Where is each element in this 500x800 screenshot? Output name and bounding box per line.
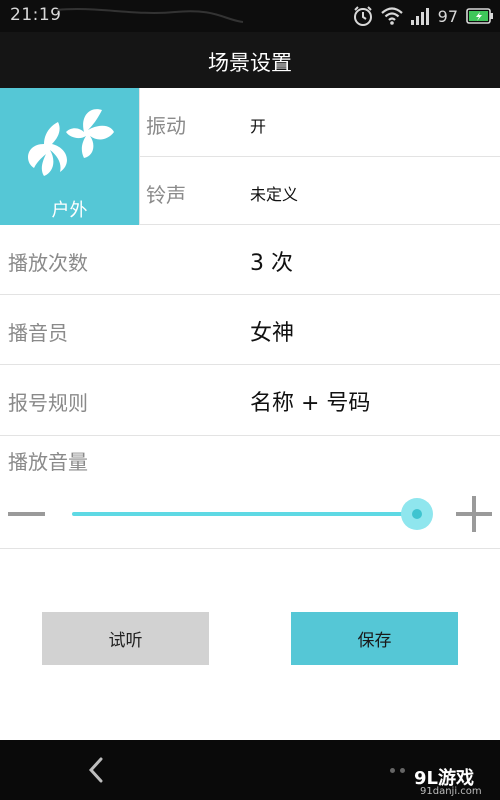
status-time: 21:19 <box>10 5 62 25</box>
watermark-sub: 91danji.com <box>420 786 482 797</box>
volume-slider-track[interactable] <box>72 512 417 516</box>
vibration-label: 振动 <box>146 114 186 138</box>
status-icons: 97 <box>352 4 494 28</box>
watermark-logo: 9L游戏 91danji.com <box>410 764 494 800</box>
announcer-label: 播音员 <box>8 321 68 345</box>
volume-row: 播放音量 <box>0 436 500 549</box>
play-count-label: 播放次数 <box>8 251 88 275</box>
volume-decrease-button[interactable] <box>8 512 45 516</box>
butterfly-icon <box>28 109 114 176</box>
ringtone-value: 未定义 <box>250 185 299 204</box>
status-bar: 21:19 97 <box>0 0 500 32</box>
test-listen-button[interactable]: 试听 <box>42 612 209 665</box>
play-count-value: 3 次 <box>250 251 293 276</box>
scene-label: 户外 <box>51 200 88 221</box>
volume-increase-button[interactable] <box>456 496 492 532</box>
announcer-row[interactable]: 播音员 女神 <box>0 295 500 365</box>
volume-slider-thumb[interactable] <box>401 498 433 530</box>
vibration-value: 开 <box>250 117 267 136</box>
battery-icon <box>466 8 493 24</box>
wifi-icon <box>380 7 403 25</box>
battery-level: 97 <box>437 6 458 26</box>
page-indicator <box>390 768 405 773</box>
number-rule-value: 名称 + 号码 <box>250 391 371 416</box>
alarm-icon <box>353 6 372 26</box>
vibration-row[interactable]: 振动 开 <box>140 88 500 157</box>
volume-thumb-center <box>412 509 422 519</box>
page-dot <box>390 768 395 773</box>
ringtone-row[interactable]: 铃声 未定义 <box>140 157 500 225</box>
number-rule-row[interactable]: 报号规则 名称 + 号码 <box>0 365 500 436</box>
page-title: 场景设置 <box>208 51 292 75</box>
play-count-row[interactable]: 播放次数 3 次 <box>0 225 500 295</box>
page-dot <box>400 768 405 773</box>
scene-tile[interactable]: 户外 <box>0 88 139 225</box>
ringtone-label: 铃声 <box>146 183 186 207</box>
title-bar: 场景设置 <box>0 32 500 88</box>
volume-label: 播放音量 <box>8 450 88 474</box>
back-icon[interactable] <box>82 755 112 785</box>
save-button[interactable]: 保存 <box>291 612 458 665</box>
signal-icon <box>410 8 429 25</box>
number-rule-label: 报号规则 <box>8 391 88 415</box>
announcer-value: 女神 <box>250 321 295 346</box>
scribble-mark <box>56 8 244 23</box>
